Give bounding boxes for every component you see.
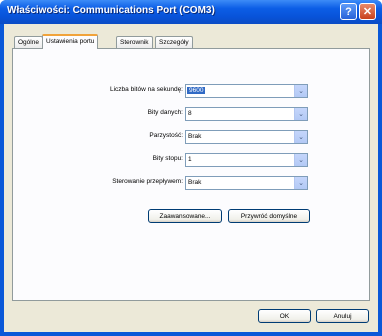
tab-details[interactable]: Szczegóły xyxy=(155,36,193,48)
data-bits-label: Bity danych: xyxy=(147,109,183,116)
field-row-parity: Parzystość: xyxy=(13,130,183,144)
chevron-down-icon[interactable]: ⌄ xyxy=(294,131,307,143)
dialog-body: Ogólne Ustawienia portu Sterownik Szczeg… xyxy=(4,24,378,332)
flow-control-label: Sterowanie przepływem: xyxy=(112,178,183,185)
cancel-button[interactable]: Anuluj xyxy=(316,309,369,323)
window-title: Właściwości: Communications Port (COM3) xyxy=(7,5,215,16)
baud-rate-label: Liczba bitów na sekundę: xyxy=(110,86,183,93)
stop-bits-value: 1 xyxy=(188,156,192,163)
chevron-down-icon[interactable]: ⌄ xyxy=(294,85,307,97)
flow-control-select[interactable]: Brak ⌄ xyxy=(185,176,308,190)
flow-control-value: Brak xyxy=(188,179,202,186)
field-row-baud: Liczba bitów na sekundę: xyxy=(13,84,183,98)
tab-port-settings[interactable]: Ustawienia portu xyxy=(42,34,99,49)
parity-label: Parzystość: xyxy=(149,132,183,139)
baud-rate-select[interactable]: 9600 ⌄ xyxy=(185,84,308,98)
parity-select[interactable]: Brak ⌄ xyxy=(185,130,308,144)
tab-driver[interactable]: Sterownik xyxy=(116,36,153,48)
data-bits-select[interactable]: 8 ⌄ xyxy=(185,107,308,121)
advanced-button[interactable]: Zaawansowane... xyxy=(148,209,222,223)
field-row-flow-control: Sterowanie przepływem: xyxy=(13,176,183,190)
chevron-down-icon[interactable]: ⌄ xyxy=(294,177,307,189)
baud-rate-value: 9600 xyxy=(187,87,206,94)
field-row-stop-bits: Bity stopu: xyxy=(13,153,183,167)
stop-bits-select[interactable]: 1 ⌄ xyxy=(185,153,308,167)
data-bits-value: 8 xyxy=(188,110,192,117)
field-row-data-bits: Bity danych: xyxy=(13,107,183,121)
parity-value: Brak xyxy=(188,133,202,140)
ok-button[interactable]: OK xyxy=(258,309,311,323)
tab-general[interactable]: Ogólne xyxy=(14,36,43,48)
chevron-down-icon[interactable]: ⌄ xyxy=(294,154,307,166)
help-button[interactable]: ? xyxy=(340,3,357,20)
port-settings-panel: Liczba bitów na sekundę: 9600 ⌄ Bity dan… xyxy=(12,48,370,301)
stop-bits-label: Bity stopu: xyxy=(152,155,183,162)
close-button[interactable]: ✕ xyxy=(359,3,376,20)
properties-dialog: Właściwości: Communications Port (COM3) … xyxy=(0,0,382,336)
chevron-down-icon[interactable]: ⌄ xyxy=(294,108,307,120)
restore-defaults-button[interactable]: Przywróć domyślne xyxy=(228,209,310,223)
title-bar[interactable]: Właściwości: Communications Port (COM3) … xyxy=(0,0,382,24)
